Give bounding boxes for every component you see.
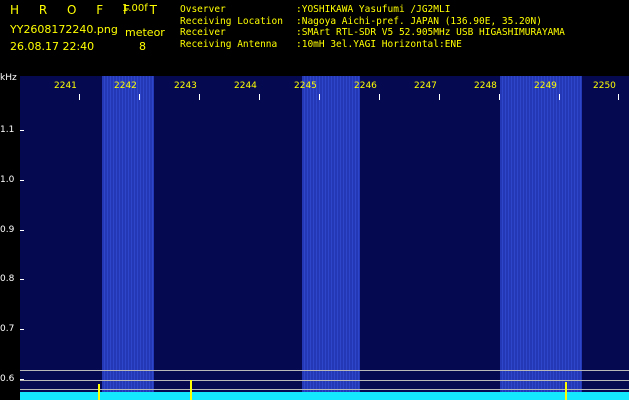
info-row-receiver: Receiver :SMArt RTL-SDR V5 52.905MHz USB… — [180, 27, 565, 39]
x-tick — [199, 94, 200, 100]
info-row-antenna: Receiving Antenna :10mH 3el.YAGI Horizon… — [180, 39, 565, 51]
x-tick — [379, 94, 380, 100]
info-value: :Nagoya Aichi-pref. JAPAN (136.90E, 35.2… — [296, 15, 542, 27]
y-axis-unit: kHz — [0, 73, 17, 83]
info-value: :10mH 3el.YAGI Horizontal:ENE — [296, 38, 462, 50]
signal-band — [500, 76, 582, 400]
gridline — [20, 370, 629, 371]
y-tick-label: 0.7 — [0, 324, 15, 334]
signal-band — [102, 76, 154, 400]
spectrum-spike — [98, 384, 100, 400]
x-tick-label: 2241 — [54, 81, 77, 91]
y-tick — [20, 329, 24, 330]
signal-band — [302, 76, 360, 400]
x-tick — [319, 94, 320, 100]
info-value: :SMArt RTL-SDR V5 52.905MHz USB HIGASHIM… — [296, 27, 565, 39]
gridline — [20, 380, 629, 381]
x-tick-label: 2249 — [534, 81, 557, 91]
x-tick-label: 2247 — [414, 81, 437, 91]
y-tick — [20, 230, 24, 231]
info-row-observer: Ovserver :YOSHIKAWA Yasufumi /JG2MLI — [180, 4, 565, 16]
x-tick — [439, 94, 440, 100]
y-tick-label: 1.1 — [0, 125, 15, 135]
spectrogram-plot — [20, 76, 629, 400]
info-key: Receiver — [180, 27, 226, 39]
y-tick-label: 0.9 — [0, 225, 15, 235]
header-bar: H R O F F T 1.00f YY2608172240.png 26.08… — [0, 0, 629, 72]
x-tick — [618, 94, 619, 100]
x-tick — [259, 94, 260, 100]
x-tick-label: 2243 — [174, 81, 197, 91]
x-tick — [559, 94, 560, 100]
station-info: Ovserver :YOSHIKAWA Yasufumi /JG2MLI Rec… — [180, 4, 565, 50]
meteor-count: 8 — [139, 40, 146, 53]
x-tick-label: 2246 — [354, 81, 377, 91]
x-tick-label: 2250 — [593, 81, 616, 91]
version-label: 1.00f — [122, 3, 148, 14]
y-tick — [20, 279, 24, 280]
y-tick — [20, 180, 24, 181]
meteor-label: meteor — [125, 26, 165, 39]
y-tick — [20, 379, 24, 380]
spectrum-trace — [20, 392, 629, 400]
x-tick-label: 2244 — [234, 81, 257, 91]
y-tick-label: 0.6 — [0, 374, 15, 384]
spectrum-spike — [565, 382, 567, 400]
y-tick-label: 1.0 — [0, 175, 15, 185]
x-tick-label: 2242 — [114, 81, 137, 91]
x-tick — [79, 94, 80, 100]
info-key: Receiving Antenna — [180, 38, 278, 50]
spectrum-spike — [190, 380, 192, 400]
filename-label: YY2608172240.png — [10, 23, 118, 36]
info-key: Ovserver — [180, 4, 226, 15]
info-value: :YOSHIKAWA Yasufumi /JG2MLI — [296, 4, 451, 15]
x-tick-label: 2248 — [474, 81, 497, 91]
y-tick-label: 0.8 — [0, 274, 15, 284]
x-tick-label: 2245 — [294, 81, 317, 91]
x-tick — [139, 94, 140, 100]
y-tick — [20, 130, 24, 131]
x-tick — [499, 94, 500, 100]
info-key: Receiving Location — [180, 15, 283, 27]
datetime-label: 26.08.17 22:40 — [10, 40, 95, 53]
info-row-location: Receiving Location :Nagoya Aichi-pref. J… — [180, 16, 565, 28]
gridline — [20, 389, 629, 390]
